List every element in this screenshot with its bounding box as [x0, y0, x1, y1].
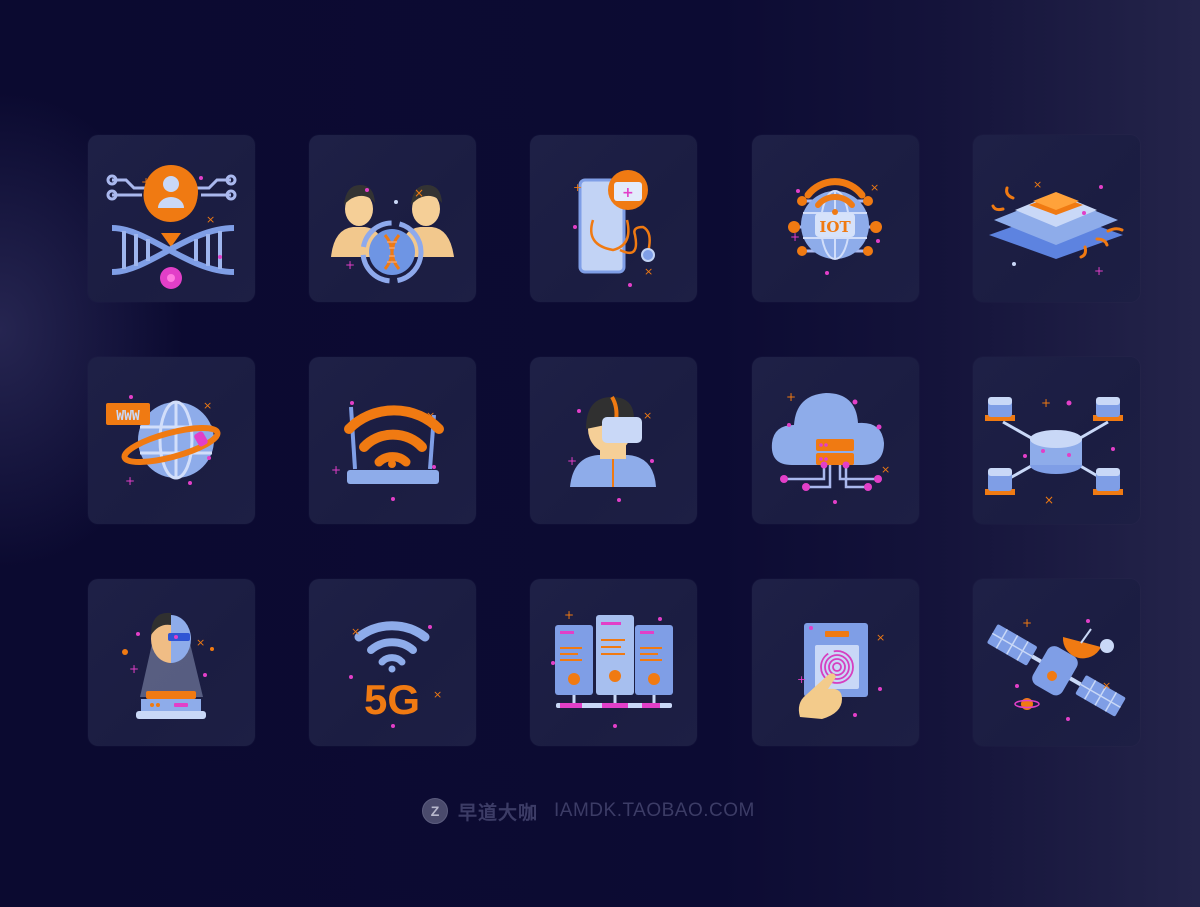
svg-text:×: ×: [1102, 679, 1111, 692]
icon-tile-iot[interactable]: IOT × +: [752, 135, 919, 302]
icon-tile-wifi-router[interactable]: + ×: [309, 357, 476, 524]
www-globe-orbit-icon: WWW × +: [106, 395, 221, 488]
svg-text:×: ×: [426, 409, 435, 422]
human-cloning-dna-icon: × +: [331, 185, 454, 284]
watermark-footer: Z 早道大咖 IAMDK.TAOBAO.COM: [422, 798, 755, 824]
server-rack-network-icon: +: [551, 608, 673, 728]
distributed-database-network-icon: + ×: [985, 396, 1123, 507]
iot-globe-wifi-icon: IOT × +: [788, 178, 882, 275]
5g-label: 5G: [364, 676, 420, 723]
icon-tile-server-rack[interactable]: +: [530, 579, 697, 746]
svg-text:×: ×: [881, 463, 890, 476]
cloud-server-network-icon: + ×: [771, 390, 890, 504]
icon-tile-vr-person[interactable]: × +: [530, 357, 697, 524]
satellite-dish-icon: + ×: [987, 616, 1126, 721]
svg-text:×: ×: [876, 631, 885, 644]
icon-tile-satellite[interactable]: + ×: [973, 579, 1140, 746]
fingerprint-scanner-icon: × +: [797, 623, 885, 719]
vr-headset-person-icon: × +: [567, 395, 656, 502]
svg-text:+: +: [797, 673, 806, 686]
svg-text:+: +: [129, 662, 139, 676]
icon-tile-fingerprint[interactable]: × +: [752, 579, 919, 746]
icon-tile-dna-user[interactable]: + ×: [88, 135, 255, 302]
svg-text:×: ×: [206, 213, 215, 226]
hologram-cyborg-head-icon: × +: [122, 612, 214, 719]
svg-text:×: ×: [414, 186, 424, 200]
icon-tile-5g[interactable]: 5G × ×: [309, 579, 476, 746]
svg-text:+: +: [567, 454, 577, 468]
svg-text:×: ×: [643, 409, 652, 422]
svg-text:+: +: [622, 185, 634, 201]
dna-user-gear-icon: + ×: [106, 165, 237, 289]
svg-text:+: +: [1041, 396, 1051, 410]
icon-tile-hologram-cyborg[interactable]: × +: [88, 579, 255, 746]
icon-tile-distributed-db[interactable]: + ×: [973, 357, 1140, 524]
svg-text:+: +: [125, 474, 135, 488]
svg-text:+: +: [141, 175, 151, 189]
svg-text:+: +: [786, 390, 796, 404]
svg-text:+: +: [345, 258, 355, 272]
icon-tile-telemedicine[interactable]: + + ×: [530, 135, 697, 302]
icon-tile-www-globe[interactable]: WWW × +: [88, 357, 255, 524]
iot-label: IOT: [819, 218, 851, 236]
svg-text:×: ×: [870, 181, 879, 194]
svg-text:+: +: [1022, 616, 1032, 630]
site-url: IAMDK.TAOBAO.COM: [554, 800, 755, 821]
svg-text:×: ×: [351, 625, 360, 638]
svg-text:×: ×: [433, 688, 442, 701]
svg-text:+: +: [331, 463, 341, 477]
icon-tile-cloud-server[interactable]: + ×: [752, 357, 919, 524]
microchip-processor-icon: × +: [989, 178, 1124, 278]
svg-text:×: ×: [196, 636, 205, 649]
icon-tile-microchip[interactable]: × +: [973, 135, 1140, 302]
telemedicine-phone-stethoscope-icon: + + ×: [573, 170, 655, 287]
wifi-5g-icon: 5G × ×: [349, 621, 442, 728]
brand-name: 早道大咖: [458, 802, 539, 824]
svg-text:×: ×: [1033, 178, 1042, 191]
brand-logo-icon: Z: [422, 798, 448, 824]
svg-text:+: +: [564, 608, 574, 622]
svg-text:×: ×: [1044, 493, 1054, 507]
svg-text:×: ×: [644, 265, 653, 278]
svg-text:×: ×: [203, 399, 212, 412]
wifi-router-icon: + ×: [331, 401, 444, 501]
svg-text:+: +: [790, 230, 800, 244]
svg-text:+: +: [573, 181, 582, 194]
svg-text:+: +: [1094, 264, 1104, 278]
www-label: WWW: [116, 409, 140, 424]
icon-tile-human-cloning[interactable]: × +: [309, 135, 476, 302]
